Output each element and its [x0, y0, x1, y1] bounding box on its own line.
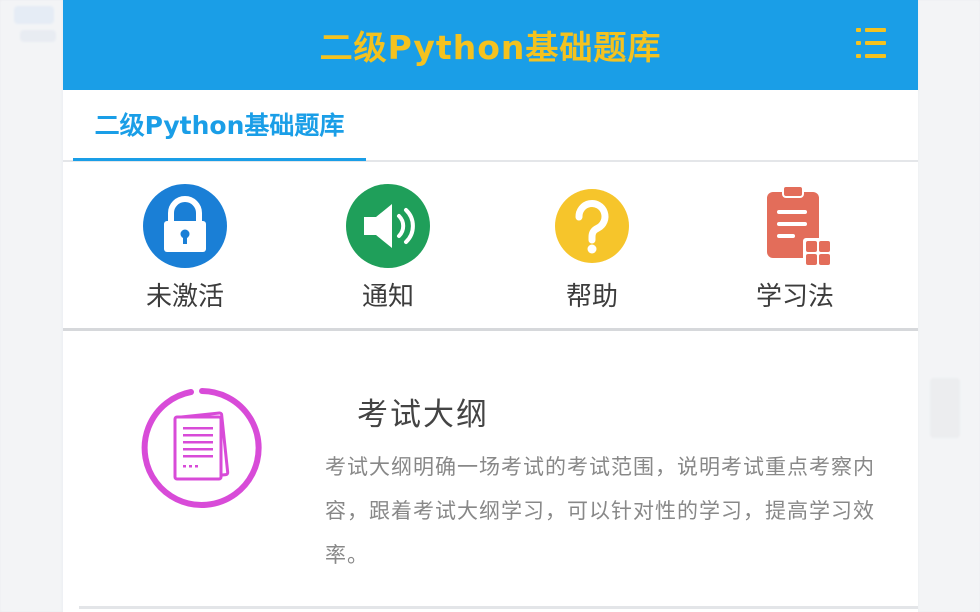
- quick-label-method: 学习法: [755, 282, 834, 312]
- app-header: 二级Python基础题库: [63, 0, 918, 90]
- clipboard-icon: [767, 185, 833, 268]
- list-menu-icon[interactable]: [856, 26, 886, 60]
- quick-label-notice: 通知: [361, 282, 414, 312]
- document-icon: [141, 388, 262, 508]
- card-divider: [79, 606, 918, 609]
- speaker-icon: [346, 184, 430, 268]
- quick-item-notice[interactable]: 通知: [308, 182, 468, 322]
- quick-label-help: 帮助: [565, 282, 618, 312]
- app-window: 二级Python基础题库 二级Python基础题库 未激活 通知 帮助 学习法 …: [63, 0, 918, 612]
- syllabus-title: 考试大纲: [357, 397, 489, 433]
- quick-actions: 未激活 通知 帮助 学习法: [63, 162, 918, 331]
- syllabus-card[interactable]: 考试大纲 考试大纲明确一场考试的考试范围，说明考试重点考察内容，跟着考试大纲学习…: [63, 331, 918, 611]
- lock-icon: [143, 184, 227, 268]
- quick-item-activate[interactable]: 未激活: [105, 182, 265, 322]
- header-title: 二级Python基础题库: [319, 28, 662, 67]
- quick-label-activate: 未激活: [145, 282, 224, 312]
- syllabus-description: 考试大纲明确一场考试的考试范围，说明考试重点考察内容，跟着考试大纲学习，可以针对…: [325, 455, 875, 567]
- tab-bar: 二级Python基础题库: [63, 90, 918, 162]
- quick-item-method[interactable]: 学习法: [715, 182, 875, 322]
- question-icon: [555, 189, 629, 263]
- tab-python-bank[interactable]: 二级Python基础题库: [73, 90, 366, 161]
- quick-item-help[interactable]: 帮助: [512, 182, 672, 322]
